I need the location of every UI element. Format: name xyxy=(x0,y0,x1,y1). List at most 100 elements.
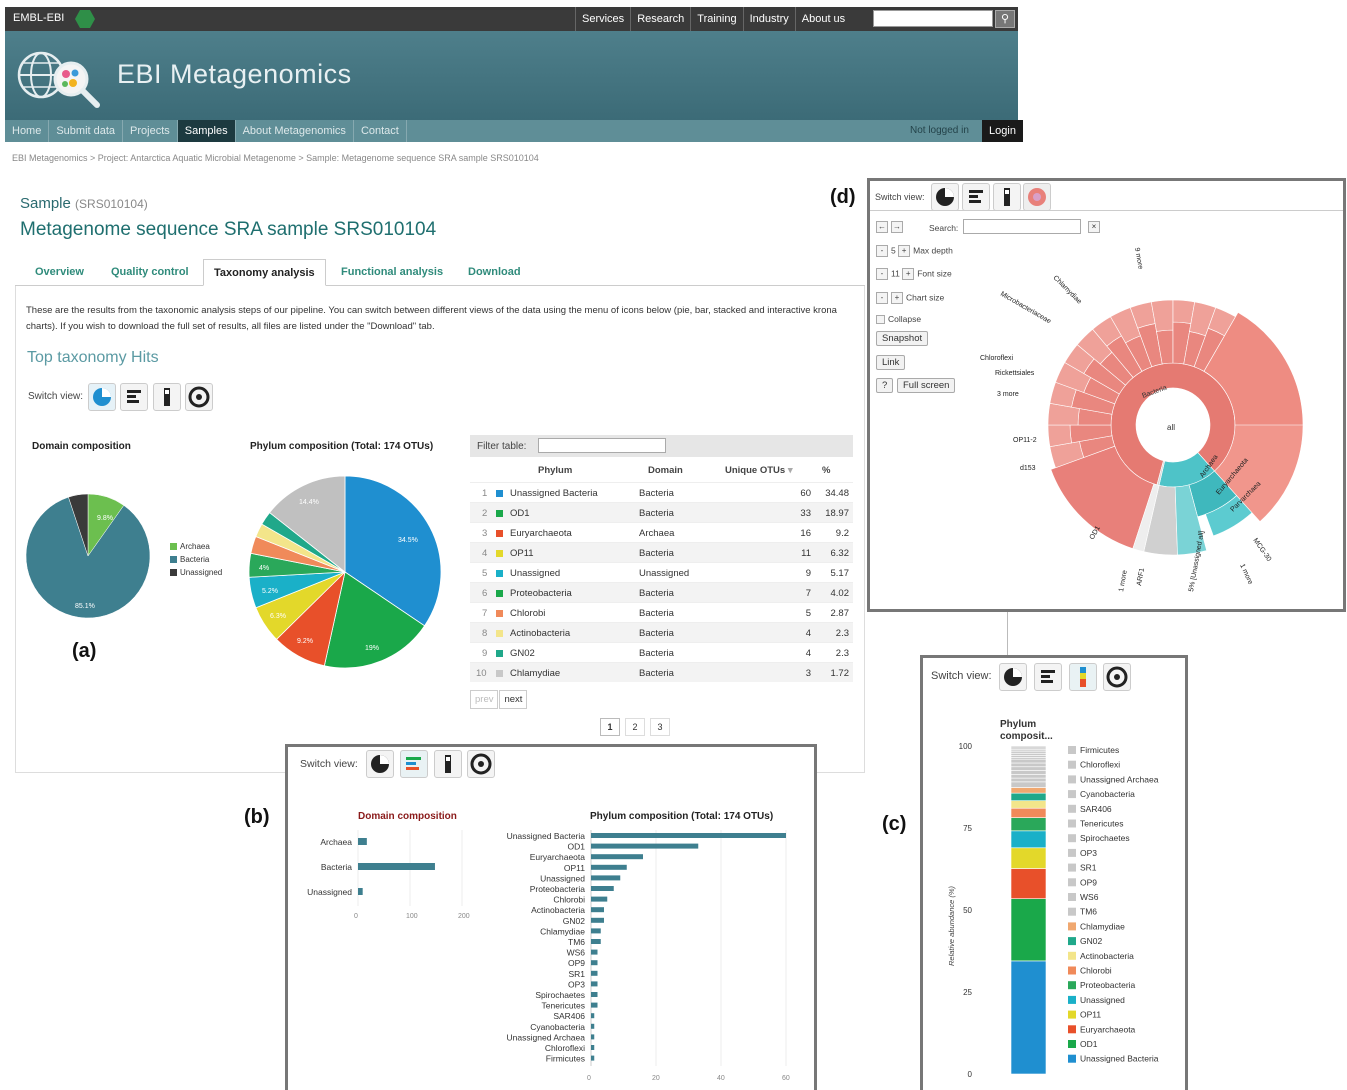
next-button[interactable]: next xyxy=(499,690,528,709)
pie-view-icon-d[interactable] xyxy=(931,183,959,211)
row-color-swatch xyxy=(496,669,503,677)
top-link-research[interactable]: Research xyxy=(630,7,690,31)
col-phylum[interactable]: Phylum xyxy=(538,465,572,476)
stacked-legend-swatch xyxy=(1068,775,1076,784)
top-link-training[interactable]: Training xyxy=(690,7,742,31)
phylum-bar xyxy=(591,843,699,849)
nav-submit-data[interactable]: Submit data xyxy=(49,120,124,142)
nav-projects[interactable]: Projects xyxy=(123,120,178,142)
row-domain: Bacteria xyxy=(639,508,674,519)
phylum-bar-label: OP11 xyxy=(564,863,585,873)
krona-view-icon-d[interactable] xyxy=(1023,183,1051,211)
table-row[interactable]: 8 Actinobacteria Bacteria 4 2.3 xyxy=(470,622,853,642)
filter-input[interactable] xyxy=(538,438,666,453)
bar-view-icon[interactable] xyxy=(120,383,148,411)
stacked-view-icon-c[interactable] xyxy=(1069,663,1097,691)
table-row[interactable]: 5 Unassigned Unassigned 9 5.17 xyxy=(470,562,853,582)
row-phylum-name: Euryarchaeota xyxy=(510,528,572,539)
top-link-about-us[interactable]: About us xyxy=(794,7,851,31)
font-size-label: Font size xyxy=(917,268,952,279)
stacked-legend-label: Euryarchaeota xyxy=(1080,1024,1136,1034)
col-unique-otus[interactable]: Unique OTUs ▾ xyxy=(725,465,793,476)
font-size-decrease[interactable]: - xyxy=(876,268,888,280)
tab-taxonomy-analysis[interactable]: Taxonomy analysis xyxy=(203,259,326,286)
forward-arrow-icon[interactable]: → xyxy=(891,221,903,233)
row-color-swatch xyxy=(496,549,503,557)
table-row[interactable]: 6 Proteobacteria Bacteria 7 4.02 xyxy=(470,582,853,602)
table-row[interactable]: 10 Chlamydiae Bacteria 3 1.72 xyxy=(470,662,853,682)
chart-size-increase[interactable]: + xyxy=(891,292,903,304)
page-title: Metagenome sequence SRA sample SRS010104 xyxy=(20,219,437,240)
fullscreen-button[interactable]: Full screen xyxy=(897,378,956,393)
row-percent: 2.3 xyxy=(835,648,849,659)
tab-overview[interactable]: Overview xyxy=(35,259,84,286)
page-2[interactable]: 2 xyxy=(625,718,645,736)
login-status: Not logged in xyxy=(910,125,969,136)
stacked-segment xyxy=(1010,792,1047,801)
tab-download[interactable]: Download xyxy=(468,259,521,286)
nav-about-metagenomics[interactable]: About Metagenomics xyxy=(236,120,354,142)
table-row[interactable]: 2 OD1 Bacteria 33 18.97 xyxy=(470,502,853,522)
switch-view-label-c: Switch view: xyxy=(931,670,992,682)
stacked-view-icon[interactable] xyxy=(153,383,181,411)
row-phylum-name: Chlamydiae xyxy=(510,668,561,679)
table-row[interactable]: 3 Euryarchaeota Archaea 16 9.2 xyxy=(470,522,853,542)
krona-view-icon-b[interactable] xyxy=(467,750,495,778)
max-depth-decrease[interactable]: - xyxy=(876,245,888,257)
breadcrumb[interactable]: EBI Metagenomics > Project: Antarctica A… xyxy=(12,153,539,163)
font-size-increase[interactable]: + xyxy=(902,268,915,280)
page-1[interactable]: 1 xyxy=(600,718,620,736)
stacked-segment xyxy=(1010,847,1047,869)
collapse-checkbox[interactable] xyxy=(876,315,885,325)
top-link-services[interactable]: Services xyxy=(575,7,630,31)
embl-ebi-brand[interactable]: EMBL-EBI xyxy=(13,12,64,24)
row-otus: 33 xyxy=(800,508,811,519)
stacked-chart: 100 75 50 25 0 Relative abundance (%) Firmicut… xyxy=(947,742,1159,1079)
pie-view-icon-b[interactable] xyxy=(366,750,394,778)
page-3[interactable]: 3 xyxy=(650,718,670,736)
prev-button[interactable]: prev xyxy=(470,690,499,709)
col-domain[interactable]: Domain xyxy=(648,465,683,476)
table-row[interactable]: 1 Unassigned Bacteria Bacteria 60 34.48 xyxy=(470,482,853,502)
stacked-view-icon-b[interactable] xyxy=(434,750,462,778)
login-button[interactable]: Login xyxy=(982,120,1023,142)
nav-contact[interactable]: Contact xyxy=(354,120,407,142)
tab-functional-analysis[interactable]: Functional analysis xyxy=(341,259,443,286)
pie-view-icon[interactable] xyxy=(88,383,116,411)
bar-view-icon-c[interactable] xyxy=(1034,663,1062,691)
search-icon[interactable]: ⚲ xyxy=(995,10,1015,28)
back-arrow-icon[interactable]: ← xyxy=(876,221,888,233)
phylum-bar xyxy=(591,896,608,902)
bar-view-icon-d[interactable] xyxy=(962,183,990,211)
krona-chart[interactable]: all Bacteria Archaea Euryarchaeota Parva… xyxy=(975,220,1340,605)
stacked-legend-swatch xyxy=(1068,966,1076,975)
krona-view-icon[interactable] xyxy=(185,383,213,411)
top-search-input[interactable] xyxy=(873,10,993,27)
chart-size-decrease[interactable]: - xyxy=(876,292,888,304)
stacked-view-icon-d[interactable] xyxy=(993,183,1021,211)
nav-samples[interactable]: Samples xyxy=(177,120,236,142)
nav-home[interactable]: Home xyxy=(5,120,50,142)
row-phylum-name: Proteobacteria xyxy=(510,588,572,599)
bar-view-icon-b[interactable] xyxy=(400,750,428,778)
stacked-legend-label: OD1 xyxy=(1080,1039,1098,1049)
pie-view-icon-c[interactable] xyxy=(999,663,1027,691)
table-row[interactable]: 4 OP11 Bacteria 11 6.32 xyxy=(470,542,853,562)
collapse-label: Collapse xyxy=(888,314,922,324)
link-button[interactable]: Link xyxy=(876,355,906,370)
phylum-label-4: 5.2% xyxy=(262,588,278,595)
table-row[interactable]: 7 Chlorobi Bacteria 5 2.87 xyxy=(470,602,853,622)
help-button[interactable]: ? xyxy=(876,378,894,393)
row-index: 3 xyxy=(482,528,488,539)
col-percent[interactable]: % xyxy=(822,465,830,476)
row-domain: Archaea xyxy=(639,528,675,539)
snapshot-button[interactable]: Snapshot xyxy=(876,331,929,346)
krona-bacteria-leaf xyxy=(1047,424,1072,448)
max-depth-increase[interactable]: + xyxy=(898,245,911,257)
stacked-segment xyxy=(1010,830,1047,849)
top-link-industry[interactable]: Industry xyxy=(742,7,795,31)
row-percent: 5.17 xyxy=(830,568,850,579)
table-row[interactable]: 9 GN02 Bacteria 4 2.3 xyxy=(470,642,853,662)
tab-quality-control[interactable]: Quality control xyxy=(111,259,189,286)
krona-view-icon-c[interactable] xyxy=(1103,663,1131,691)
